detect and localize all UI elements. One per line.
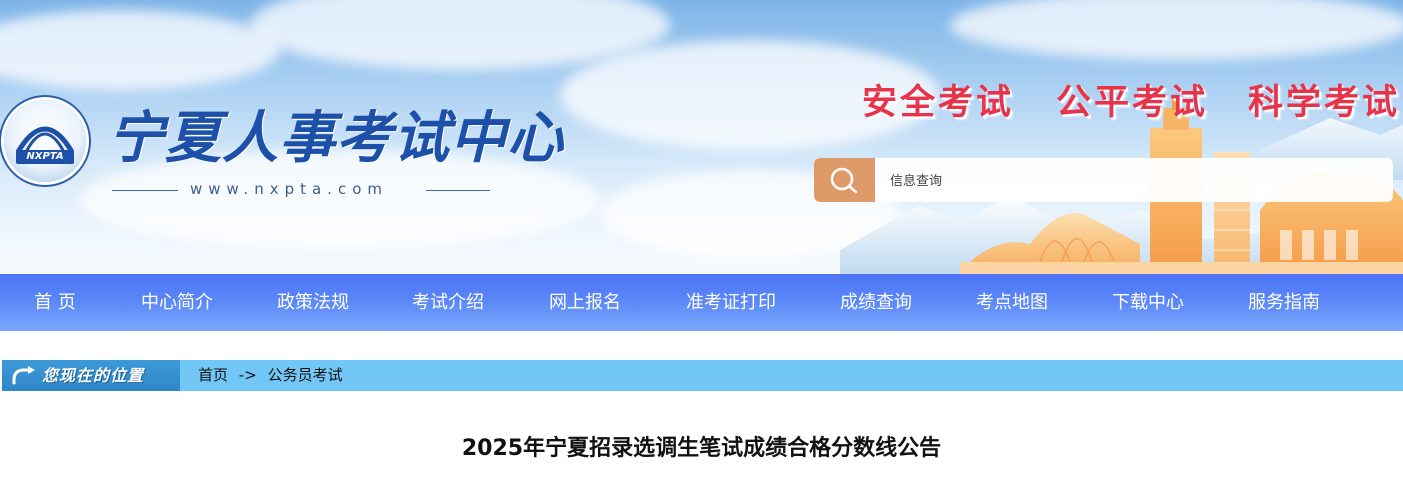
nav-item-home[interactable]: 首 页 — [14, 274, 96, 331]
nav-item-downloads[interactable]: 下载中心 — [1096, 274, 1200, 331]
breadcrumb: 您现在的位置 首页 -> 公务员考试 — [2, 360, 1403, 391]
breadcrumb-civil-service-link[interactable]: 公务员考试 — [268, 366, 343, 384]
header-banner: NXPTA 宁夏人事考试中心 www.nxpta.com 安全考试 公平考试 科… — [0, 0, 1403, 274]
search-input[interactable] — [878, 158, 1392, 202]
logo-text: NXPTA — [26, 151, 64, 162]
nxpta-logo: NXPTA — [4, 100, 86, 182]
slogan-safe: 安全考试 — [862, 83, 1015, 123]
breadcrumb-tag-label: 您现在的位置 — [42, 366, 145, 385]
breadcrumb-home-link[interactable]: 首页 — [198, 366, 228, 384]
breadcrumb-path: 首页 -> 公务员考试 — [198, 360, 343, 391]
return-arrow-icon — [12, 366, 35, 385]
search-box — [814, 158, 1393, 202]
search-button[interactable] — [814, 158, 875, 202]
nav-item-service-guide[interactable]: 服务指南 — [1232, 274, 1336, 331]
breadcrumb-tag: 您现在的位置 — [2, 360, 180, 391]
nav-item-admission-ticket[interactable]: 准考证打印 — [670, 274, 792, 331]
nav-item-about[interactable]: 中心简介 — [125, 274, 229, 331]
logo-emblem-icon — [15, 126, 75, 164]
site-title: 宁夏人事考试中心 — [108, 105, 564, 171]
divider-line — [426, 190, 490, 191]
nav-item-policy[interactable]: 政策法规 — [261, 274, 365, 331]
nav-item-online-registration[interactable]: 网上报名 — [533, 274, 637, 331]
nav-item-exam-map[interactable]: 考点地图 — [960, 274, 1064, 331]
site-url: www.nxpta.com — [190, 180, 388, 198]
nav-item-exam-intro[interactable]: 考试介绍 — [396, 274, 500, 331]
divider-line — [112, 190, 178, 191]
slogan-fair: 公平考试 — [1056, 83, 1209, 123]
breadcrumb-separator: -> — [238, 366, 257, 384]
nav-item-score-query[interactable]: 成绩查询 — [824, 274, 928, 331]
slogan-scientific: 科学考试 — [1248, 83, 1401, 123]
search-icon — [830, 167, 858, 194]
main-nav: 首 页 中心简介 政策法规 考试介绍 网上报名 准考证打印 成绩查询 考点地图 … — [0, 274, 1403, 331]
article-title: 2025年宁夏招录选调生笔试成绩合格分数线公告 — [461, 436, 942, 461]
